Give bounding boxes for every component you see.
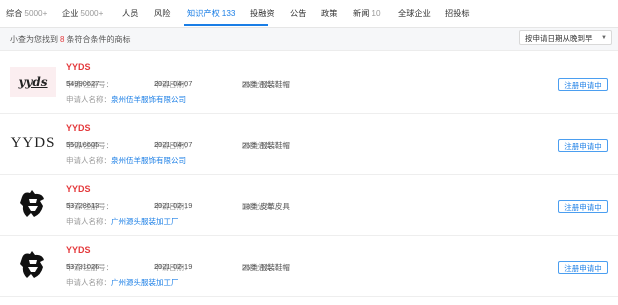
status-badge: 注册申请中 — [558, 261, 608, 274]
logo-mark: yyds — [10, 67, 56, 97]
tab-investment[interactable]: 投融资 — [250, 8, 275, 20]
active-tab-indicator — [184, 24, 268, 26]
tab-label: 知识产权 — [187, 9, 220, 18]
summary-prefix: 小查为您找到 — [10, 35, 58, 44]
tab-label: 综合 — [6, 9, 23, 18]
tab-label: 政策 — [321, 9, 338, 18]
applicant-link[interactable]: 泉州伍羊服饰有限公司 — [111, 95, 186, 104]
reg-no-value: 54990627 — [66, 79, 100, 88]
tab-count: 10 — [371, 9, 381, 18]
trademark-result-row[interactable]: YYDS 申请/注册号： 53731026 申请日期： 2021-02-19 国际分… — [0, 235, 618, 297]
trademark-result-row[interactable]: YYDS 申请/注册号： 53728613 申请日期： 2021-02-19 国际分… — [0, 174, 618, 236]
tab-label: 公告 — [290, 9, 307, 18]
tab-count: 133 — [221, 9, 236, 18]
reg-no-value: 55016605 — [66, 140, 100, 149]
trademark-result-row[interactable]: yyds YYDS 申请/注册号： 54990627 申请日期： 2021-04-0… — [0, 52, 618, 114]
sort-dropdown-value: 按申请日期从晚到早 — [525, 34, 593, 43]
tab-news[interactable]: 新闻 10 — [353, 8, 381, 20]
trademark-title[interactable]: YYDS — [66, 62, 91, 72]
applicant-link[interactable]: 泉州伍羊服饰有限公司 — [111, 156, 186, 165]
trademark-logo[interactable] — [10, 242, 56, 288]
applicant-field: 申请人名称：泉州伍羊服饰有限公司 — [66, 94, 186, 105]
apply-date-value: 2021-04-07 — [154, 140, 193, 149]
tab-label: 企业 — [62, 9, 79, 18]
trademark-logo[interactable] — [10, 181, 56, 227]
intl-class-value: 25类 服装鞋帽 — [242, 141, 290, 150]
sort-dropdown[interactable]: 按申请日期从晚到早 ▼ — [519, 30, 612, 45]
figure-logo-icon — [20, 190, 44, 217]
applicant-label: 申请人名称： — [66, 95, 111, 104]
applicant-field: 申请人名称：广州源头服装加工厂 — [66, 277, 179, 288]
applicant-field: 申请人名称：广州源头服装加工厂 — [66, 216, 179, 227]
tab-count: 5000+ — [24, 9, 48, 18]
logo-mark: YYDS — [10, 134, 56, 151]
tab-bidding[interactable]: 招投标 — [445, 8, 470, 20]
applicant-link[interactable]: 广州源头服装加工厂 — [111, 278, 179, 287]
trademark-result-row[interactable]: YYDS YYDS 申请/注册号： 55016605 申请日期： 2021-04-0… — [0, 113, 618, 175]
intl-class-value: 18类 皮革皮具 — [242, 202, 290, 211]
category-tab-bar: 综合 5000+ 企业 5000+ 人员 风险 知识产权 133 投融资 公告 政策 … — [0, 0, 618, 28]
applicant-link[interactable]: 广州源头服装加工厂 — [111, 217, 179, 226]
status-badge: 注册申请中 — [558, 200, 608, 213]
tab-count: 5000+ — [80, 9, 104, 18]
figure-logo-icon — [20, 251, 44, 278]
tab-comprehensive[interactable]: 综合 5000+ — [6, 8, 47, 20]
trademark-title[interactable]: YYDS — [66, 123, 91, 133]
apply-date-value: 2021-02-19 — [154, 201, 193, 210]
result-count-text: 小查为您找到 8 条符合条件的商标 — [10, 34, 130, 45]
tab-label: 风险 — [154, 9, 171, 18]
tab-label: 全球企业 — [398, 9, 431, 18]
reg-no-value: 53728613 — [66, 201, 100, 210]
tab-label: 投融资 — [250, 9, 275, 18]
trademark-title[interactable]: YYDS — [66, 245, 91, 255]
tab-intellectual-property[interactable]: 知识产权 133 — [187, 8, 235, 20]
applicant-label: 申请人名称： — [66, 217, 111, 226]
tab-label: 人员 — [122, 9, 139, 18]
chevron-down-icon: ▼ — [601, 35, 607, 41]
tab-enterprise[interactable]: 企业 5000+ — [62, 8, 103, 20]
summary-suffix: 条符合条件的商标 — [66, 35, 131, 44]
trademark-logo[interactable]: YYDS — [10, 120, 56, 166]
tab-global-enterprise[interactable]: 全球企业 — [398, 8, 431, 20]
tab-announcement[interactable]: 公告 — [290, 8, 306, 20]
status-badge: 注册申请中 — [558, 78, 608, 91]
apply-date-value: 2021-02-19 — [154, 262, 193, 271]
tab-label: 招投标 — [445, 9, 470, 18]
trademark-title[interactable]: YYDS — [66, 184, 91, 194]
status-badge: 注册申请中 — [558, 139, 608, 152]
tab-label: 新闻 — [353, 9, 370, 18]
applicant-label: 申请人名称： — [66, 278, 111, 287]
intl-class-value: 25类 服装鞋帽 — [242, 263, 290, 272]
tab-policy[interactable]: 政策 — [321, 8, 337, 20]
intl-class-value: 25类 服装鞋帽 — [242, 80, 290, 89]
apply-date-value: 2021-04-07 — [154, 79, 193, 88]
reg-no-value: 53731026 — [66, 262, 100, 271]
applicant-label: 申请人名称： — [66, 156, 111, 165]
trademark-logo[interactable]: yyds — [10, 59, 56, 105]
applicant-field: 申请人名称：泉州伍羊服饰有限公司 — [66, 155, 186, 166]
tab-people[interactable]: 人员 — [122, 8, 138, 20]
tab-risk[interactable]: 风险 — [154, 8, 170, 20]
result-count: 8 — [60, 35, 65, 44]
